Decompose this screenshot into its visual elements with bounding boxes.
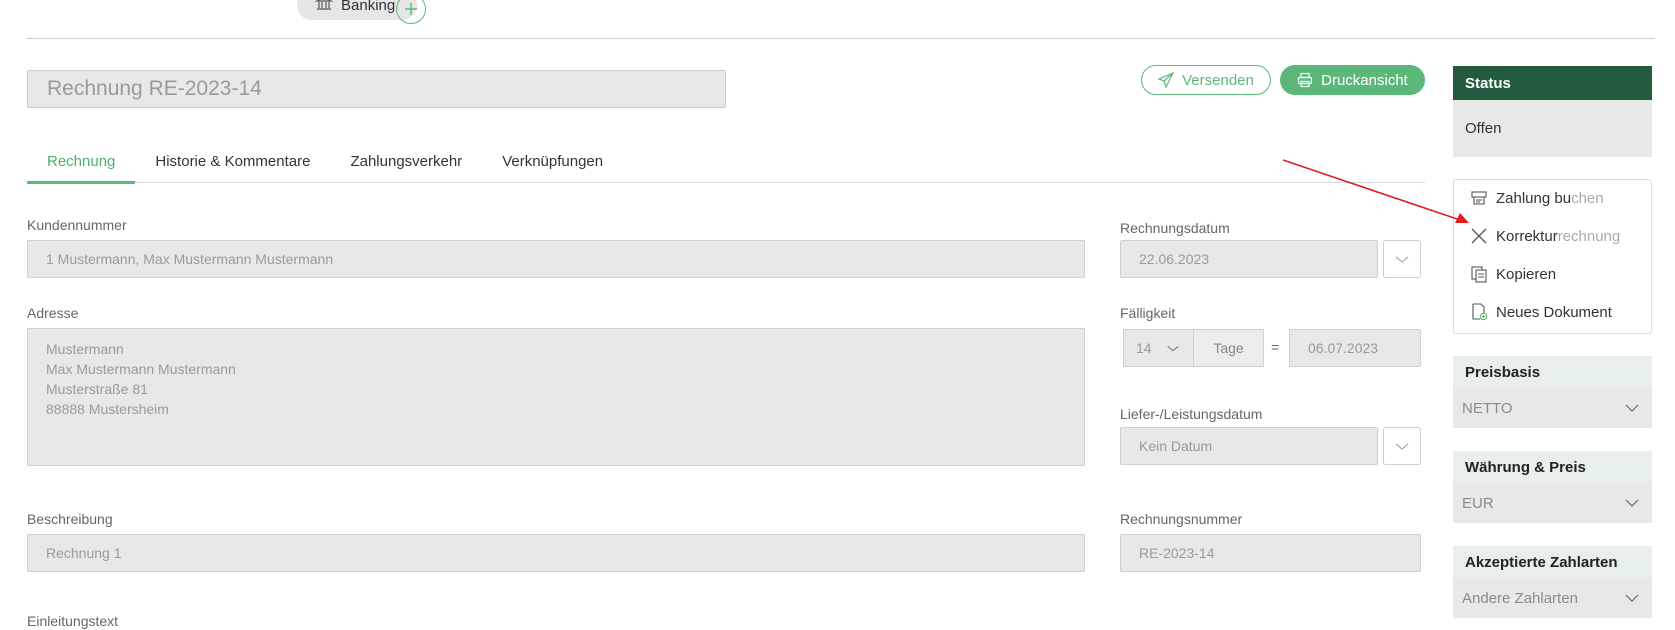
lieferdatum-label: Liefer-/Leistungsdatum [1120,406,1263,422]
tab-verknuepfungen[interactable]: Verknüpfungen [482,140,623,183]
lieferdatum-picker-button[interactable] [1383,427,1421,465]
menu-item-label-dim: chen [1571,189,1604,207]
send-button-label: Versenden [1182,71,1254,89]
equals-sign: = [1271,339,1280,355]
print-view-label: Druckansicht [1321,71,1408,89]
adresse-line: 88888 Mustersheim [46,401,169,417]
faelligkeit-unit: Tage [1193,329,1264,367]
tab-bar: Rechnung Historie & Kommentare Zahlungsv… [27,140,1425,184]
chevron-down-icon [1625,594,1639,602]
faelligkeit-days-value: 14 [1136,340,1152,356]
menu-item-korrekturrechnung[interactable]: Korrekturrechnung [1470,227,1620,245]
rechnungsnummer-field[interactable]: RE-2023-14 [1120,534,1421,572]
adresse-line: Max Mustermann Mustermann [46,361,236,377]
menu-item-label: Neues Dokument [1496,303,1612,321]
faelligkeit-label: Fälligkeit [1120,305,1176,321]
menu-item-label: Zahlung bu [1496,189,1572,207]
chevron-down-icon [1625,499,1639,507]
preisbasis-value: NETTO [1462,399,1513,417]
status-value: Offen [1453,100,1652,157]
document-title-input[interactable]: Rechnung RE-2023-14 [27,70,726,108]
bank-icon [314,0,334,16]
status-panel-title: Status [1453,66,1652,100]
preisbasis-select[interactable]: NETTO [1453,388,1652,428]
preisbasis-title: Preisbasis [1453,356,1652,388]
menu-item-zahlung-buchen[interactable]: Zahlung buchen [1470,189,1604,207]
faelligkeit-date-field[interactable]: 06.07.2023 [1289,329,1421,367]
chevron-down-icon [1395,443,1409,450]
beschreibung-label: Beschreibung [27,511,113,527]
printer-icon [1298,72,1313,88]
send-icon [1158,72,1175,88]
kundennummer-label: Kundennummer [27,217,127,233]
waehrung-value: EUR [1462,494,1494,512]
tab-historie-kommentare[interactable]: Historie & Kommentare [135,140,330,183]
print-view-button[interactable]: Druckansicht [1280,65,1425,95]
copy-icon [1471,266,1487,283]
adresse-field[interactable]: Mustermann Max Mustermann Mustermann Mus… [27,328,1085,466]
chevron-down-icon [1167,345,1179,352]
adresse-line: Musterstraße 81 [46,381,148,397]
add-button[interactable] [396,0,426,24]
annotation-arrow [1282,159,1469,223]
rechnungsdatum-field[interactable]: 22.06.2023 [1120,240,1378,278]
menu-item-kopieren[interactable]: Kopieren [1470,265,1556,283]
chevron-down-icon [1395,256,1409,263]
action-menu: Zahlung buchen Korrekturrechnung Kopiere… [1453,179,1652,334]
menu-item-label-dim: rechnung [1557,227,1621,245]
tab-zahlungsverkehr[interactable]: Zahlungsverkehr [330,140,482,183]
rechnungsdatum-picker-button[interactable] [1383,240,1421,278]
menu-item-label: Kopieren [1496,265,1557,283]
waehrung-title: Währung & Preis [1453,451,1652,483]
chevron-down-icon [1625,404,1639,412]
zahlarten-title: Akzeptierte Zahlarten [1453,546,1652,578]
tab-rechnung[interactable]: Rechnung [27,140,136,184]
waehrung-select[interactable]: EUR [1453,483,1652,523]
menu-item-neues-dokument[interactable]: Neues Dokument [1470,303,1612,321]
banking-chip-label: Banking [341,0,396,14]
beschreibung-field[interactable]: Rechnung 1 [27,534,1085,572]
faelligkeit-days-select[interactable]: 14 [1123,329,1194,367]
rechnungsnummer-label: Rechnungsnummer [1120,511,1243,527]
rechnungsdatum-label: Rechnungsdatum [1120,220,1230,236]
adresse-label: Adresse [27,305,79,321]
kundennummer-field[interactable]: 1 Mustermann, Max Mustermann Mustermann [27,240,1085,278]
lieferdatum-field[interactable]: Kein Datum [1120,427,1378,465]
zahlarten-value: Andere Zahlarten [1462,589,1578,607]
new-document-icon [1472,303,1488,321]
send-button[interactable]: Versenden [1141,65,1271,95]
menu-item-label: Korrektur [1496,227,1558,245]
header-divider [27,38,1655,39]
plus-icon [405,3,417,15]
einleitungstext-label: Einleitungstext [27,613,119,629]
zahlarten-select[interactable]: Andere Zahlarten [1453,578,1652,618]
adresse-line: Mustermann [46,341,124,357]
